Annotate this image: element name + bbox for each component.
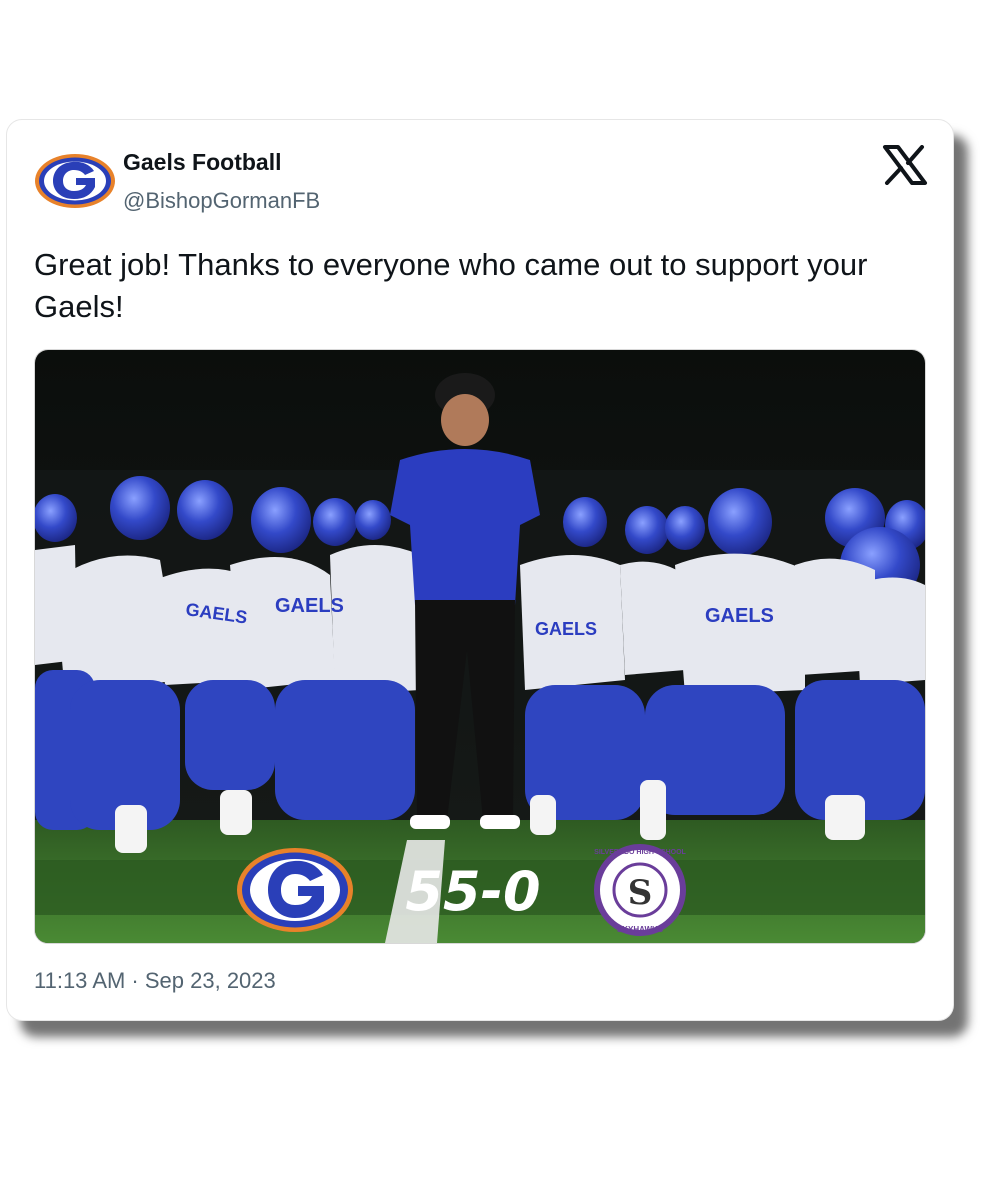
svg-text:GAELS: GAELS — [275, 595, 344, 617]
tweet-timestamp[interactable]: 11:13 AM · Sep 23, 2023 — [34, 968, 276, 994]
svg-text:S: S — [628, 873, 653, 913]
final-score: 55-0 — [405, 860, 540, 923]
avatar[interactable] — [34, 153, 116, 209]
gaels-g-logo-icon — [35, 154, 115, 208]
author-handle[interactable]: @BishopGormanFB — [123, 188, 320, 214]
svg-text:GAELS: GAELS — [705, 605, 774, 627]
tweet-text: Great job! Thanks to everyone who came o… — [34, 247, 868, 324]
svg-text:GAELS: GAELS — [535, 619, 597, 639]
tweet-card: Gaels Football @BishopGormanFB Great job… — [6, 119, 954, 1021]
svg-text:SKYHAWKS: SKYHAWKS — [617, 925, 664, 934]
team-huddle-photo: GAELS GAELS GAELS GAELS 55-0 SILVERADO H… — [35, 350, 925, 943]
tweet-photo[interactable]: GAELS GAELS GAELS GAELS 55-0 SILVERADO H… — [34, 349, 926, 944]
svg-text:SILVERADO HIGH SCHOOL: SILVERADO HIGH SCHOOL — [594, 849, 686, 856]
x-logo-icon[interactable] — [882, 145, 928, 185]
author-name[interactable]: Gaels Football — [123, 149, 281, 176]
